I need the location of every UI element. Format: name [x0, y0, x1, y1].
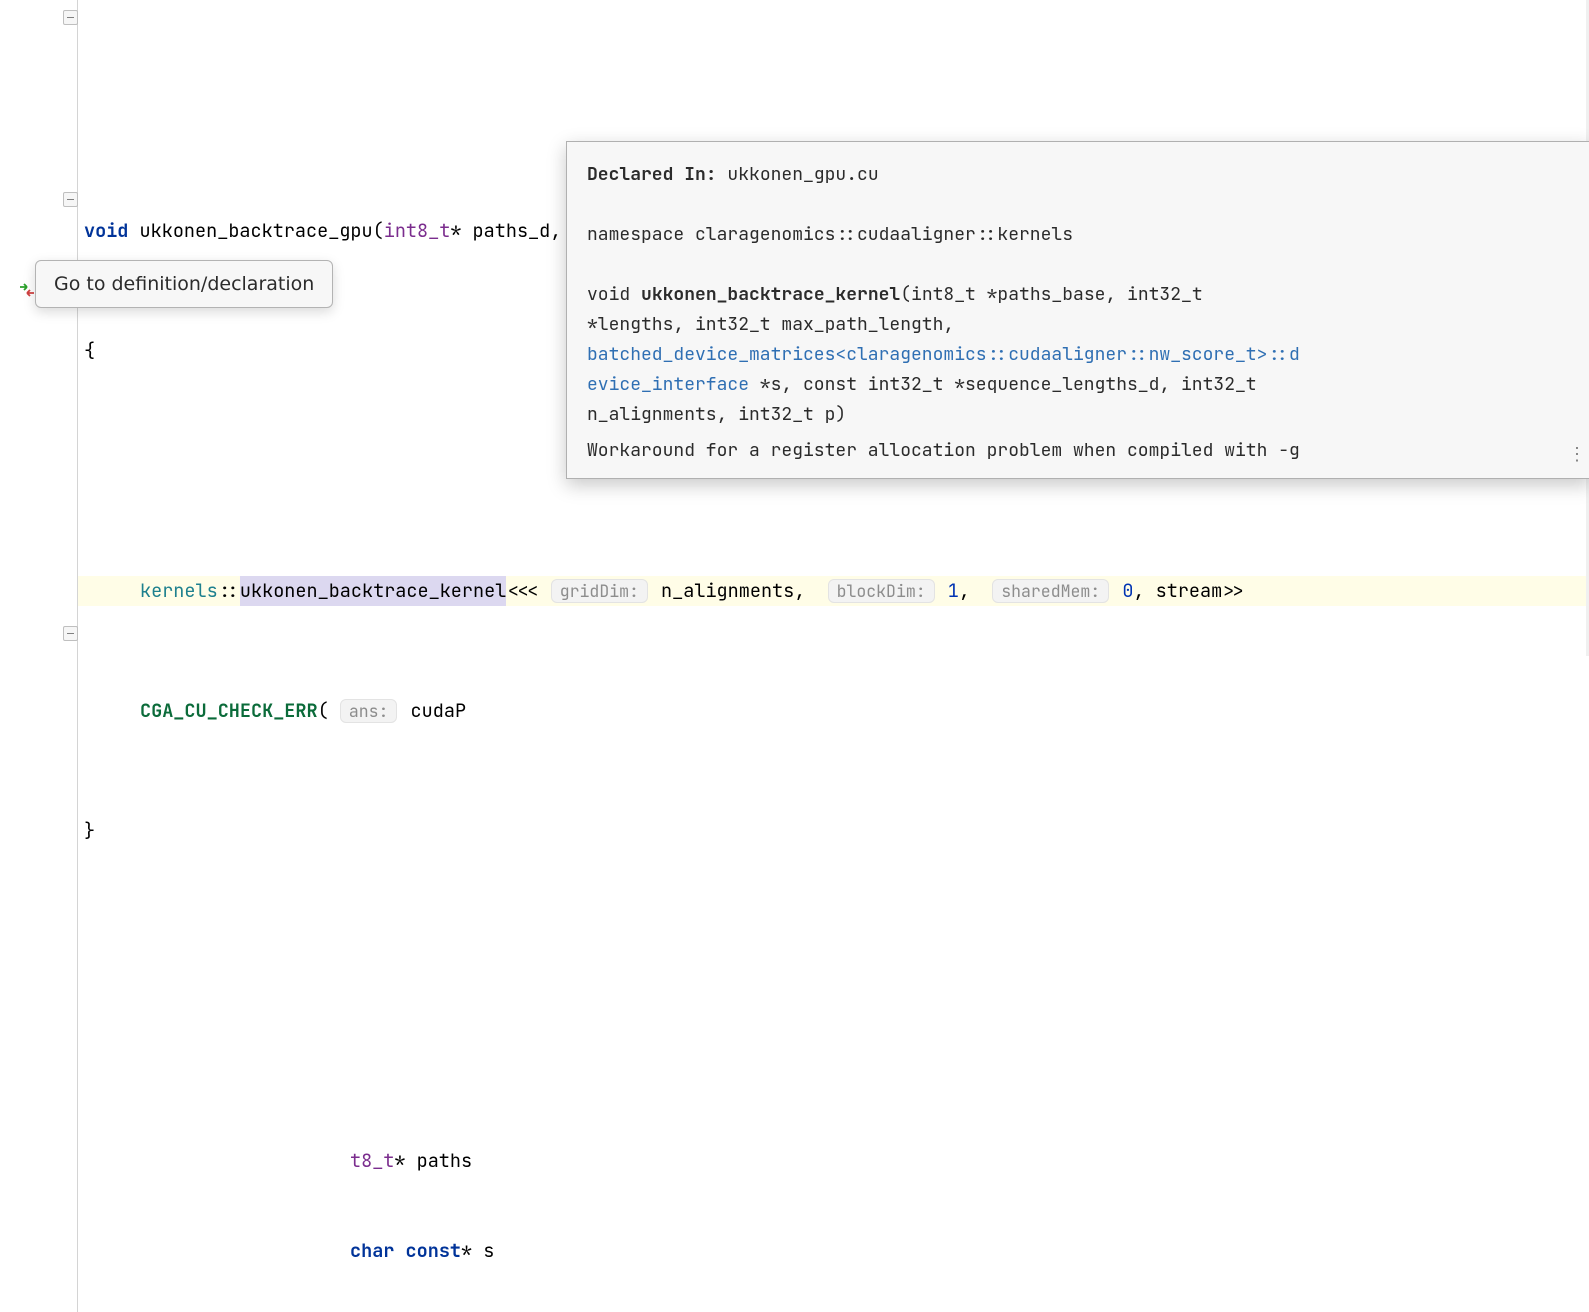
quick-doc-popup[interactable]: Declared In: ukkonen_gpu.cu namespace cl… [566, 141, 1589, 479]
brace: } [84, 816, 95, 846]
code-line[interactable]: char const* s [78, 1236, 1589, 1266]
code-text: * paths [394, 1146, 472, 1176]
doc-namespace: namespace claragenomics::cudaaligner::ke… [587, 220, 1570, 250]
keyword: void [84, 216, 128, 246]
doc-return-type: void [587, 283, 630, 306]
code-line[interactable] [78, 936, 1589, 966]
cuda-launch: <<< [506, 576, 539, 606]
keyword: char [350, 1236, 394, 1266]
code-text: * s [461, 1236, 494, 1266]
code-text: cudaP [411, 696, 467, 726]
namespace: kernels [140, 576, 218, 606]
code-line-highlighted[interactable]: kernels::ukkonen_backtrace_kernel<<< gri… [78, 576, 1589, 606]
goto-definition-icon[interactable] [19, 282, 35, 298]
code-text: , stream>> [1133, 576, 1244, 606]
inlay-hint: sharedMem: [992, 579, 1109, 603]
doc-description: Workaround for a register allocation pro… [587, 436, 1570, 466]
inlay-hint: gridDim: [551, 579, 648, 603]
doc-sig: *lengths, int32_t max_path_length, [587, 310, 1570, 340]
arg: 0 [1122, 576, 1133, 606]
type: t8_t [350, 1146, 394, 1176]
type: int8_t [384, 216, 451, 246]
inlay-hint: ans: [340, 699, 398, 723]
more-icon[interactable]: ⋮ [1568, 440, 1584, 470]
code-line[interactable]: } [78, 816, 1589, 846]
doc-type-link[interactable]: d [1289, 343, 1300, 366]
arg: n_alignments, [661, 576, 805, 606]
gutter [0, 0, 78, 1312]
fold-handle-icon[interactable] [63, 10, 78, 25]
punct: , [959, 576, 970, 606]
scope-op: :: [218, 576, 240, 606]
code-line[interactable]: CGA_CU_CHECK_ERR( ans: cudaP [78, 696, 1589, 726]
doc-sig: n_alignments, int32_t p) [587, 400, 1570, 430]
doc-type-link[interactable]: <claragenomics::cudaaligner::nw_score_t>… [835, 343, 1289, 366]
keyword: const [406, 1236, 462, 1266]
macro: CGA_CU_CHECK_ERR [140, 696, 318, 726]
selected-identifier[interactable]: ukkonen_backtrace_kernel [240, 576, 506, 606]
arg: 1 [948, 576, 959, 606]
doc-declared-file: ukkonen_gpu.cu [727, 163, 878, 186]
function-name: ukkonen_backtrace_gpu [140, 216, 373, 246]
param: paths_d [473, 216, 551, 246]
doc-type-link[interactable]: batched_device_matrices [587, 343, 835, 366]
doc-sig: (int8_t *paths_base, int32_t [900, 283, 1202, 306]
doc-type-link[interactable]: evice_interface [587, 373, 749, 396]
inlay-hint: blockDim: [828, 579, 935, 603]
punct: ( [318, 696, 329, 726]
code-line[interactable]: t8_t* paths [78, 1146, 1589, 1176]
brace: { [84, 336, 95, 366]
tooltip-text: Go to definition/declaration [54, 273, 314, 295]
fold-handle-icon[interactable] [63, 626, 78, 641]
doc-declared-label: Declared In: [587, 163, 717, 186]
doc-function-name: ukkonen_backtrace_kernel [641, 283, 900, 306]
code-line[interactable] [78, 1026, 1589, 1056]
fold-handle-icon[interactable] [63, 192, 78, 207]
goto-definition-tooltip[interactable]: Go to definition/declaration [35, 260, 333, 308]
doc-sig: *s, const int32_t *sequence_lengths_d, i… [749, 373, 1257, 396]
